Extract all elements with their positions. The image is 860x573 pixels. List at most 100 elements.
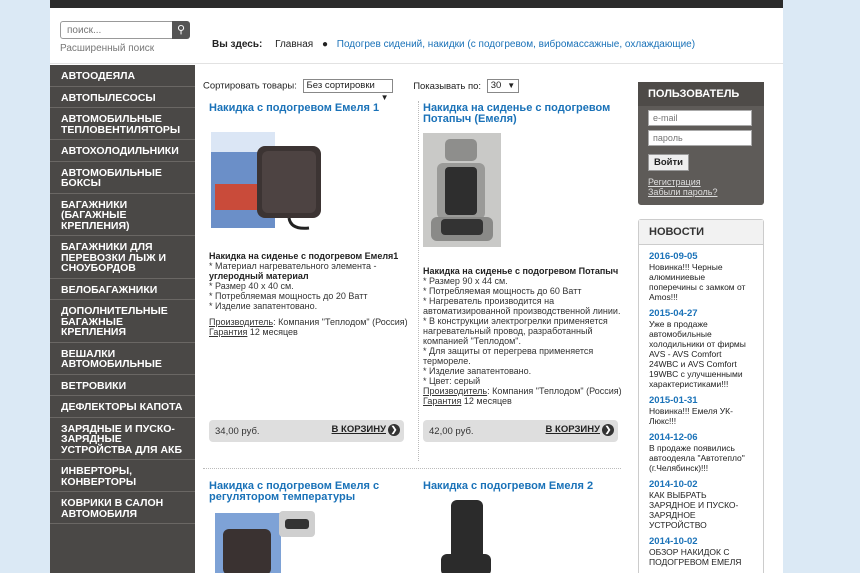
product-image[interactable] [423,133,501,247]
spec-line: * Для защиты от перегрева применяется те… [423,346,594,366]
search-input[interactable] [60,21,180,39]
news-text[interactable]: ОБЗОР НАКИДОК С ПОДОГРЕВОМ ЕМЕЛЯ [649,547,753,567]
news-text[interactable]: Уже в продаже автомобильные холодильники… [649,319,753,389]
maker-link[interactable]: Производитель [423,386,487,396]
warranty-value: 12 месяцев [461,396,512,406]
news-item: 2015-01-31 Новинка!!! Емеля УК-Люкс!!! [639,395,763,426]
news-item: 2016-09-05 Новинка!!! Черные алюминиевые… [639,251,763,302]
category-sidebar: АВТООДЕЯЛА АВТОПЫЛЕСОСЫ АВТОМОБИЛЬНЫЕ ТЕ… [50,65,195,573]
sort-value: Без сортировки [306,80,375,91]
breadcrumb-separator: ● [321,39,328,50]
warranty-value: 12 месяцев [247,327,298,337]
sidebar-item[interactable]: ВЕТРОВИКИ [50,375,195,396]
sidebar-item[interactable]: ВЕЛОБАГАЖНИКИ [50,279,195,300]
right-column: ПОЛЬЗОВАТЕЛЬ Войти Регистрация Забыли па… [638,82,764,573]
advanced-search-link[interactable]: Расширенный поиск [60,43,180,54]
product-card: Накидка с подогревом Емеля 1 Накидка на … [209,103,414,337]
sidebar-item[interactable]: АВТООДЕЯЛА [50,65,195,87]
news-text[interactable]: Новинка!!! Черные алюминиевые поперечины… [649,262,753,302]
news-date[interactable]: 2015-01-31 [649,395,753,406]
news-text[interactable]: КАК ВЫБРАТЬ ЗАРЯДНОЕ И ПУСКО-ЗАРЯДНОЕ УС… [649,490,753,530]
spec-line: * Размер 90 х 44 см. [423,276,508,286]
product-price: 34,00 руб. [215,426,260,437]
news-date[interactable]: 2014-10-02 [649,536,753,547]
login-button[interactable]: Войти [648,154,689,171]
spec-line: * Размер 40 х 40 см. [209,281,294,291]
email-field[interactable] [648,110,752,126]
news-item: 2014-10-02 ОБЗОР НАКИДОК С ПОДОГРЕВОМ ЕМ… [639,536,763,567]
add-to-cart-button[interactable]: В КОРЗИНУ ❯ [332,424,400,436]
news-text[interactable]: Новинка!!! Емеля УК-Люкс!!! [649,406,753,426]
product-title[interactable]: Накидка на сиденье с подогревом Потапыч … [423,103,628,125]
sidebar-item[interactable]: ДОПОЛНИТЕЛЬНЫЕ БАГАЖНЫЕ КРЕПЛЕНИЯ [50,300,195,343]
sidebar-item[interactable]: АВТОМОБИЛЬНЫЕ БОКСЫ [50,162,195,194]
sidebar-item[interactable]: ИНВЕРТОРЫ, КОНВЕРТОРЫ [50,460,195,492]
header: ⚲ Расширенный поиск Вы здесь: Главная ● … [50,8,783,64]
spec-line: * Потребляемая мощность до 60 Ватт [423,286,582,296]
sidebar-item[interactable]: АВТОМОБИЛЬНЫЕ ТЕПЛОВЕНТИЛЯТОРЫ [50,108,195,140]
news-date[interactable]: 2016-09-05 [649,251,753,262]
sidebar-item[interactable]: АВТОХОЛОДИЛЬНИКИ [50,140,195,162]
sidebar-item[interactable]: ВЕШАЛКИ АВТОМОБИЛЬНЫЕ [50,343,195,375]
news-date[interactable]: 2014-10-02 [649,479,753,490]
product-list: Сортировать товары: Без сортировки ▼ Пока… [203,65,628,573]
password-field[interactable] [648,130,752,146]
sort-label: Сортировать товары: [203,80,297,92]
breadcrumb-home-link[interactable]: Главная [275,39,313,50]
sidebar-item[interactable]: БАГАЖНИКИ (БАГАЖНЫЕ КРЕПЛЕНИЯ) [50,194,195,236]
spec-line: * Потребляемая мощность до 20 Ватт [209,291,368,301]
spec-line: * Материал нагревательного элемента - [209,261,377,271]
sidebar-item[interactable]: ЗАРЯДНЫЕ И ПУСКО-ЗАРЯДНЫЕ УСТРОЙСТВА ДЛЯ… [50,418,195,460]
product-image[interactable] [423,498,503,573]
column-divider [418,101,419,461]
cart-label: В КОРЗИНУ [331,424,386,435]
sidebar-item[interactable]: АВТОПЫЛЕСОСЫ [50,87,195,108]
product-title[interactable]: Накидка с подогревом Емеля с регулятором… [209,481,414,503]
product-image[interactable] [209,126,324,234]
sidebar-item[interactable]: КОВРИКИ В САЛОН АВТОМОБИЛЯ [50,492,195,524]
product-title[interactable]: Накидка с подогревом Емеля 1 [209,103,414,114]
maker-line: Производитель: Компания "Теплодом" (Росс… [209,317,414,327]
sidebar-item[interactable]: ДЕФЛЕКТОРЫ КАПОТА [50,396,195,418]
spec-line: * Изделие запатентовано. [423,366,532,376]
news-item: 2015-04-27 Уже в продаже автомобильные х… [639,308,763,389]
price-bar: 42,00 руб. В КОРЗИНУ ❯ [423,420,618,442]
news-item: 2014-12-06 В продаже появились автоодеял… [639,432,763,473]
product-image[interactable] [209,509,319,573]
user-box: ПОЛЬЗОВАТЕЛЬ Войти Регистрация Забыли па… [638,82,764,205]
register-link[interactable]: Регистрация [648,177,764,187]
per-page-select[interactable]: 30 ▼ [486,79,520,93]
news-date[interactable]: 2014-12-06 [649,432,753,443]
warranty-line: Гарантия 12 месяцев [423,396,628,406]
breadcrumb-label: Вы здесь: [212,39,263,50]
row-divider [203,468,621,469]
sidebar-item[interactable]: БАГАЖНИКИ ДЛЯ ПЕРЕВОЗКИ ЛЫЖ И СНОУБОРДОВ [50,236,195,279]
page: ⚲ Расширенный поиск Вы здесь: Главная ● … [50,0,783,573]
breadcrumb: Вы здесь: Главная ● Подогрев сидений, на… [212,39,695,50]
breadcrumb-current[interactable]: Подогрев сидений, накидки (с подогревом,… [337,39,695,50]
spec-line: * Нагреватель производится на автоматизи… [423,296,621,316]
search-icon[interactable]: ⚲ [172,21,190,39]
arrow-right-icon: ❯ [602,424,614,436]
product-description: Накидка на сиденье с подогревом Емеля1 *… [209,251,414,337]
news-date[interactable]: 2015-04-27 [649,308,753,319]
maker-link[interactable]: Производитель [209,317,273,327]
top-bar [50,0,783,8]
spec-line: * В конструкции электрогрелки применяетс… [423,316,608,346]
chevron-down-icon: ▼ [507,81,516,90]
news-box: НОВОСТИ 2016-09-05 Новинка!!! Черные алю… [638,219,764,573]
product-card: Накидка на сиденье с подогревом Потапыч … [423,103,628,406]
warranty-link[interactable]: Гарантия [209,327,247,337]
product-name: Накидка на сиденье с подогревом Потапыч [423,266,619,276]
warranty-link[interactable]: Гарантия [423,396,461,406]
warranty-line: Гарантия 12 месяцев [209,327,414,337]
product-name: Накидка на сиденье с подогревом Емеля1 [209,251,399,261]
add-to-cart-button[interactable]: В КОРЗИНУ ❯ [546,424,614,436]
product-card: Накидка с подогревом Емеля 2 [423,481,628,573]
news-text[interactable]: В продаже появились автоодеяла "Автотепл… [649,443,753,473]
search-area: ⚲ Расширенный поиск [60,21,190,54]
forgot-password-link[interactable]: Забыли пароль? [648,187,764,197]
sort-select[interactable]: Без сортировки ▼ [302,79,393,102]
product-title[interactable]: Накидка с подогревом Емеля 2 [423,481,628,492]
news-item: 2014-10-02 КАК ВЫБРАТЬ ЗАРЯДНОЕ И ПУСКО-… [639,479,763,530]
